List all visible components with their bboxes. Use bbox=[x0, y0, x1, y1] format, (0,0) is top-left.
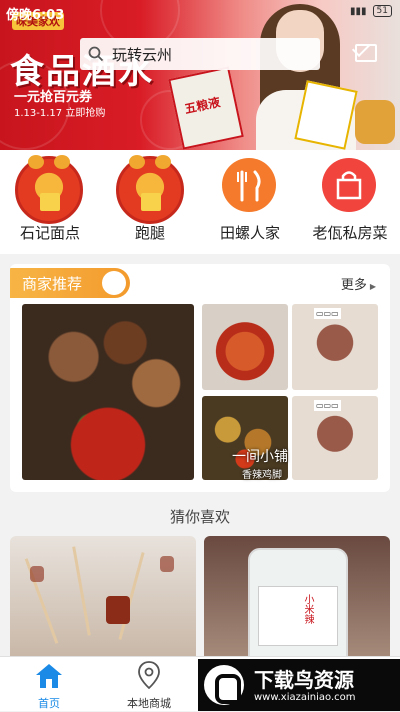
battery-icon: 51 bbox=[372, 5, 392, 17]
category-item-laowa[interactable]: 老佤私房菜 bbox=[300, 150, 400, 254]
banner-mascot-image bbox=[355, 100, 395, 144]
nav-label: 首页 bbox=[38, 697, 60, 710]
search-input[interactable]: 玩转云州 bbox=[80, 38, 320, 70]
category-label: 跑腿 bbox=[134, 224, 165, 242]
watermark-url: www.xiazainiao.com bbox=[254, 692, 356, 703]
category-item-paotui[interactable]: 跑腿 bbox=[100, 150, 200, 254]
category-label: 田螺人家 bbox=[219, 224, 280, 242]
search-text: 玩转云州 bbox=[112, 45, 173, 64]
merchant-section: 商家推荐 更多 ▭▭▭ ▭▭▭ bbox=[10, 264, 390, 492]
merchant-photo[interactable]: ▭▭▭ bbox=[292, 396, 378, 480]
product-card-label: ▭▭▭ bbox=[314, 308, 341, 319]
nav-label: 本地商城 bbox=[127, 697, 171, 710]
jar-label bbox=[258, 586, 338, 646]
promo-banner[interactable]: 五粮液 味美家欢 傍晚6:03 ▮▮▮ 51 食品酒水 一元抢百元券 1.13-… bbox=[0, 0, 400, 150]
skewer-stick bbox=[72, 546, 91, 636]
merchant-overlay-name: 一间小铺 bbox=[232, 449, 288, 465]
signal-icon: ▮▮▮ bbox=[350, 5, 367, 17]
category-item-shiji[interactable]: 石记面点 bbox=[0, 150, 100, 254]
food-cube bbox=[160, 556, 174, 572]
merchant-photo[interactable] bbox=[202, 304, 288, 390]
status-time: 傍晚6:03 bbox=[6, 8, 65, 23]
merchant-photo-main[interactable] bbox=[22, 304, 194, 480]
location-pin-icon bbox=[138, 661, 160, 689]
merchant-title: 商家推荐 bbox=[22, 275, 83, 293]
category-label: 石记面点 bbox=[19, 224, 80, 242]
category-row: 石记面点 跑腿 田螺人家 老佤私房菜 bbox=[0, 150, 400, 254]
shopping-bag-icon bbox=[322, 158, 376, 212]
jar-text: 小米辣 bbox=[302, 594, 313, 624]
watermark-overlay: 下载鸟资源 www.xiazainiao.com bbox=[198, 659, 400, 711]
guess-item-card[interactable] bbox=[10, 536, 196, 656]
product-card-label: ▭▭▭ bbox=[314, 400, 341, 411]
food-cube bbox=[106, 596, 130, 624]
promo-date: 1.13-1.17 立即抢购 bbox=[14, 108, 106, 119]
home-icon bbox=[36, 664, 62, 688]
nav-item-home[interactable]: 首页 bbox=[4, 657, 94, 712]
ox-mascot-icon bbox=[15, 155, 83, 224]
chef-hat-icon bbox=[102, 271, 126, 295]
food-cube bbox=[30, 566, 44, 582]
guess-section-title: 猜你喜欢 bbox=[169, 508, 230, 526]
jar-product-image: 小米辣 bbox=[248, 548, 348, 656]
message-icon[interactable] bbox=[355, 44, 377, 62]
category-item-tianluo[interactable]: 田螺人家 bbox=[200, 150, 300, 254]
search-icon bbox=[88, 46, 104, 62]
ox-mascot-icon bbox=[116, 155, 184, 224]
promo-subtitle: 一元抢百元券 bbox=[14, 90, 93, 105]
category-label: 老佤私房菜 bbox=[312, 224, 388, 242]
watermark-logo-icon bbox=[204, 665, 244, 705]
guess-item-card[interactable]: 小米辣 bbox=[204, 536, 390, 656]
fork-knife-icon bbox=[222, 158, 276, 212]
merchant-overlay-subtitle: 香辣鸡脚 bbox=[242, 470, 282, 481]
nav-item-local-mall[interactable]: 本地商城 bbox=[104, 657, 194, 712]
status-bar-icons: ▮▮▮ 51 bbox=[350, 5, 392, 17]
more-link[interactable]: 更多 bbox=[341, 274, 376, 293]
merchant-section-title: 商家推荐 bbox=[10, 268, 130, 298]
merchant-photo[interactable]: ▭▭▭ bbox=[292, 304, 378, 390]
banner-product-box: 五粮液 bbox=[168, 66, 244, 150]
watermark-name: 下载鸟资源 bbox=[254, 668, 354, 692]
